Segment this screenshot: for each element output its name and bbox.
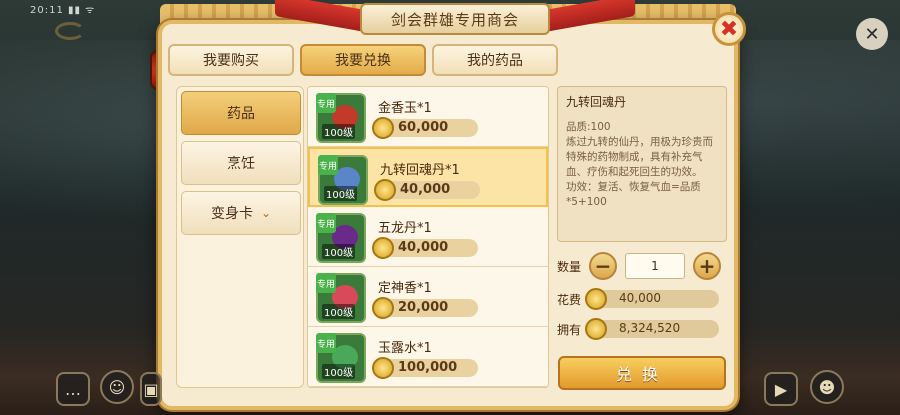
price-bar: 40,000: [372, 237, 478, 259]
chevron-down-icon: ⌄: [260, 206, 272, 220]
category-menu: 药品 烹饪 变身卡 ⌄: [176, 86, 304, 388]
tab-my-medicine[interactable]: 我的药品: [432, 44, 558, 76]
increase-button[interactable]: +: [693, 252, 721, 280]
minus-icon: −: [594, 254, 612, 278]
exclusive-tag: 专用: [316, 93, 336, 113]
list-item[interactable]: 专用 100级 玉露水*1 100,000: [308, 327, 548, 387]
list-item[interactable]: 专用 100级 定神香*1 20,000: [308, 267, 548, 327]
detail-description: 炼过九转的仙丹，用极为珍贵而特殊的药物制成，具有补充气血、疗伤和起死回生的功效。: [566, 136, 713, 178]
coin-icon: [585, 318, 607, 340]
decrease-button[interactable]: −: [589, 252, 617, 280]
window-title: 剑会群雄专用商会: [360, 3, 550, 35]
item-price: 60,000: [398, 120, 449, 135]
item-name: 定神香*1: [378, 281, 432, 296]
bag-icon[interactable]: ▣: [140, 372, 162, 406]
chat-icon[interactable]: …: [56, 372, 90, 406]
cost-value: 40,000: [619, 291, 661, 305]
price-bar: 40,000: [374, 179, 480, 201]
detail-quality: 品质:100: [566, 121, 611, 133]
item-price: 40,000: [400, 182, 451, 197]
item-price: 100,000: [398, 360, 458, 375]
exclusive-tag: 专用: [316, 333, 336, 353]
owned-bar: 8,324,520: [585, 318, 719, 340]
level-badge: 100级: [322, 244, 356, 259]
category-cooking[interactable]: 烹饪: [181, 141, 301, 185]
coin-icon: [374, 179, 396, 201]
coin-icon: [372, 357, 394, 379]
item-price: 20,000: [398, 300, 449, 315]
item-name: 玉露水*1: [378, 341, 432, 356]
item-thumbnail: 专用 100级: [316, 273, 366, 323]
close-icon: ✖: [719, 16, 739, 42]
item-list: 专用 100级 金香玉*1 60,000 专用 100级 九转回魂丹*1 40,…: [307, 86, 549, 388]
exclusive-tag: 专用: [316, 213, 336, 233]
owned-value: 8,324,520: [619, 321, 681, 335]
swirl-ornament: [55, 22, 85, 40]
price-bar: 100,000: [372, 357, 478, 379]
category-label: 烹饪: [227, 156, 255, 172]
category-medicine[interactable]: 药品: [181, 91, 301, 135]
detail-effect: 功效：复活、恢复气血=品质*5+100: [566, 181, 701, 208]
tab-buy[interactable]: 我要购买: [168, 44, 294, 76]
cost-bar: 40,000: [585, 288, 719, 310]
tab-exchange[interactable]: 我要兑换: [300, 44, 426, 76]
tab-bar: 我要购买 我要兑换 我的药品: [168, 44, 558, 76]
outer-close-icon[interactable]: ✕: [856, 18, 888, 50]
exclusive-tag: 专用: [318, 155, 338, 175]
cost-row: 花费 40,000: [557, 288, 719, 310]
close-button[interactable]: ✖: [712, 12, 746, 46]
level-badge: 100级: [322, 124, 356, 139]
item-thumbnail: 专用 100级: [316, 333, 366, 383]
level-badge: 100级: [322, 304, 356, 319]
category-transform-card[interactable]: 变身卡 ⌄: [181, 191, 301, 235]
owned-row: 拥有 8,324,520: [557, 318, 719, 340]
camera-icon[interactable]: ▶: [764, 372, 798, 406]
item-thumbnail: 专用 100级: [316, 213, 366, 263]
coin-icon: [372, 297, 394, 319]
status-bar: 20:11 ▮▮ ᯤ: [30, 5, 96, 16]
smile-icon[interactable]: ☻: [810, 370, 844, 404]
list-item[interactable]: 专用 100级 金香玉*1 60,000: [308, 87, 548, 147]
coin-icon: [372, 237, 394, 259]
item-name: 金香玉*1: [378, 101, 432, 116]
coin-icon: [585, 288, 607, 310]
price-bar: 60,000: [372, 117, 478, 139]
exchange-button[interactable]: 兑换: [558, 356, 726, 390]
item-price: 40,000: [398, 240, 449, 255]
item-name: 九转回魂丹*1: [380, 163, 460, 178]
item-thumbnail: 专用 100级: [316, 93, 366, 143]
quantity-row: 数量 − +: [557, 252, 721, 280]
price-bar: 20,000: [372, 297, 478, 319]
item-name: 五龙丹*1: [378, 221, 432, 236]
quantity-label: 数量: [557, 259, 582, 274]
list-item-selected[interactable]: 专用 100级 九转回魂丹*1 40,000: [308, 147, 548, 207]
quantity-input[interactable]: [625, 253, 685, 279]
coin-icon: [372, 117, 394, 139]
exclusive-tag: 专用: [316, 273, 336, 293]
plus-icon: +: [698, 254, 716, 278]
list-item[interactable]: 专用 100级 五龙丹*1 40,000: [308, 207, 548, 267]
detail-title: 九转回魂丹: [566, 95, 627, 109]
character-avatar-icon[interactable]: ☺: [100, 370, 134, 404]
item-thumbnail: 专用 100级: [318, 155, 368, 205]
category-label: 变身卡: [210, 206, 253, 222]
level-badge: 100级: [322, 364, 356, 379]
level-badge: 100级: [324, 186, 358, 201]
item-detail-panel: 九转回魂丹 品质:100 炼过九转的仙丹，用极为珍贵而特殊的药物制成，具有补充气…: [557, 86, 727, 242]
category-label: 药品: [227, 106, 255, 122]
